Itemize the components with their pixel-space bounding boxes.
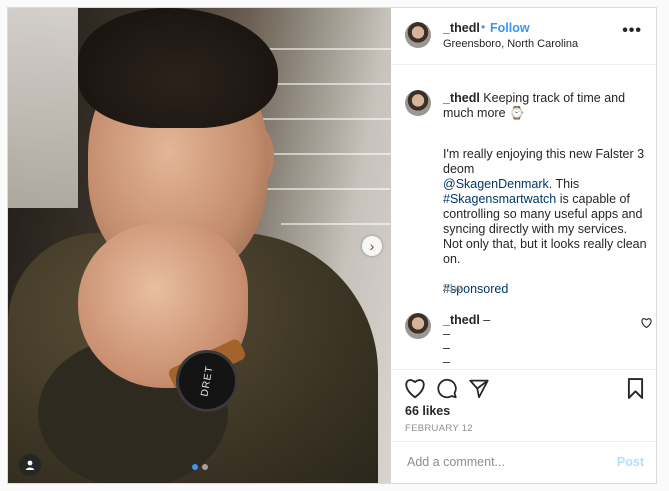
hashtag-link[interactable]: #Skagensmartwatch — [443, 192, 556, 206]
reply-line: – — [443, 327, 450, 341]
carousel-dot — [192, 464, 198, 470]
follow-separator: • — [481, 20, 486, 34]
reply-line: – — [443, 341, 450, 355]
location-link[interactable]: Greensboro, North Carolina — [443, 38, 578, 50]
comment-icon[interactable] — [436, 378, 458, 399]
tagged-users-button[interactable] — [19, 454, 41, 476]
share-icon[interactable] — [468, 378, 490, 399]
reply-text: – – – — [443, 327, 450, 369]
caption-headline: _thedl Keeping track of time and much mo… — [443, 91, 638, 121]
instagram-post: DRET › _thedl • Follow Greensboro, North… — [7, 7, 657, 484]
post-comment-button[interactable]: Post — [617, 455, 644, 469]
heart-icon[interactable] — [404, 378, 426, 399]
reply-line: – — [443, 355, 450, 369]
likes-count[interactable]: 66 likes — [405, 404, 450, 418]
watch-face-text: DRET — [198, 364, 216, 398]
caption-body-text-1: I'm really enjoying this new Falster 3 d… — [443, 147, 645, 176]
person-hair — [78, 8, 278, 128]
carousel-next-button[interactable]: › — [362, 236, 382, 256]
post-date: FEBRUARY 12 — [405, 423, 473, 434]
caption-body-text-2: . This — [548, 177, 580, 191]
username-link[interactable]: _thedl — [443, 21, 480, 35]
reply-avatar[interactable] — [405, 313, 431, 339]
mention-link[interactable]: @SkagenDenmark — [443, 177, 549, 191]
follow-button[interactable]: Follow — [490, 21, 530, 35]
avatar[interactable] — [405, 22, 431, 48]
comment-composer: Post — [391, 441, 656, 483]
post-photo[interactable]: DRET › — [8, 8, 391, 483]
caption-username[interactable]: _thedl — [443, 91, 480, 105]
caption-timestamp: 31w — [443, 283, 462, 294]
like-comment-icon[interactable] — [641, 318, 652, 328]
caption-avatar[interactable] — [405, 90, 431, 116]
reply-dash: – — [483, 313, 491, 327]
reply-username[interactable]: _thedl – — [443, 313, 490, 327]
carousel-dot — [202, 464, 208, 470]
bookmark-icon[interactable] — [627, 378, 644, 399]
caption-body: I'm really enjoying this new Falster 3 d… — [443, 147, 648, 297]
post-header: _thedl • Follow Greensboro, North Caroli… — [391, 8, 656, 65]
add-comment-input[interactable] — [405, 454, 609, 470]
background-wall — [8, 8, 78, 208]
comments-section: _thedl Keeping track of time and much mo… — [391, 65, 656, 370]
carousel-indicator — [192, 464, 208, 470]
post-sidebar: _thedl • Follow Greensboro, North Caroli… — [391, 8, 656, 483]
more-options-icon[interactable]: ••• — [622, 22, 642, 40]
user-icon — [25, 460, 35, 470]
